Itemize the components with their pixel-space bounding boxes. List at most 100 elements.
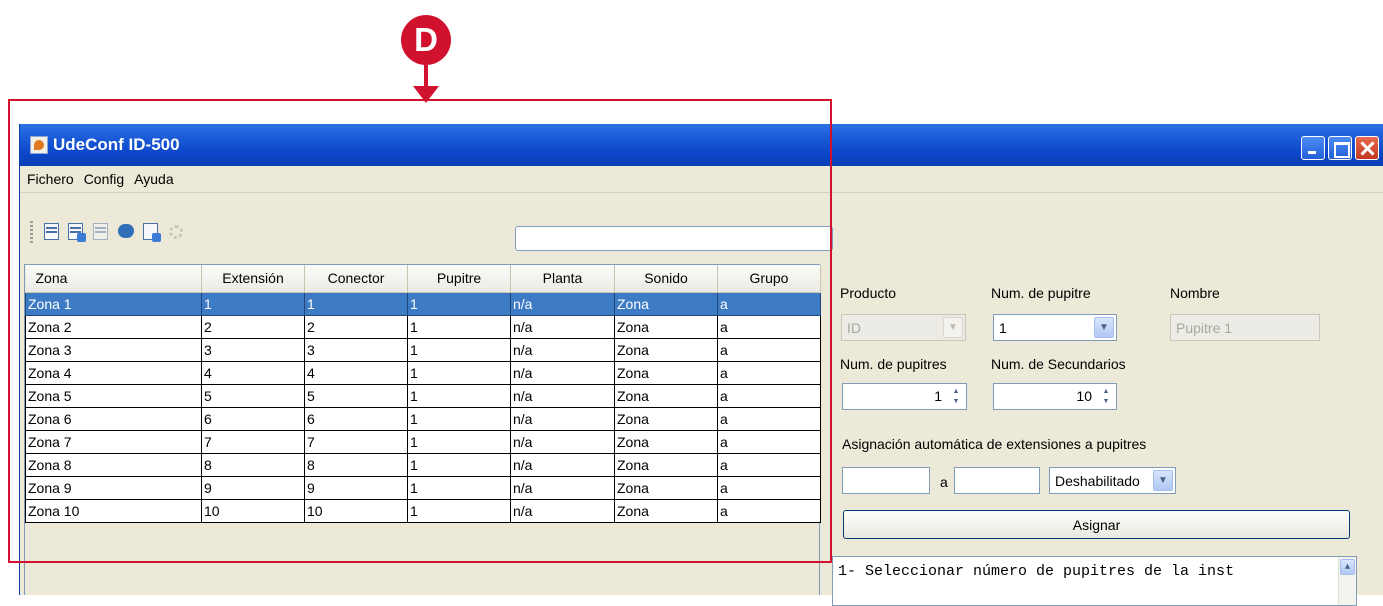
cell-pupitre[interactable]: 1 (407, 498, 511, 523)
header-conector[interactable]: Conector (304, 265, 408, 293)
chevron-down-icon[interactable]: ▼ (943, 317, 963, 338)
cell-zona[interactable]: Zona 8 (25, 452, 202, 477)
table-row[interactable]: Zona 1 1 1 1 n/a Zona a (25, 291, 821, 316)
chevron-down-icon[interactable]: ▼ (1153, 470, 1173, 491)
cell-conector[interactable]: 1 (304, 291, 408, 316)
cell-sonido[interactable]: Zona (614, 383, 718, 408)
cell-pupitre[interactable]: 1 (407, 406, 511, 431)
cell-zona[interactable]: Zona 5 (25, 383, 202, 408)
menu-fichero[interactable]: Fichero (22, 171, 79, 187)
cell-planta[interactable]: n/a (510, 452, 615, 477)
cell-sonido[interactable]: Zona (614, 498, 718, 523)
num-pupitres-spinner[interactable]: 1 ▲ ▼ (842, 383, 967, 410)
cell-extension[interactable]: 2 (201, 314, 305, 339)
cell-grupo[interactable]: a (717, 498, 821, 523)
cell-pupitre[interactable]: 1 (407, 337, 511, 362)
cell-pupitre[interactable]: 1 (407, 452, 511, 477)
cell-extension[interactable]: 10 (201, 498, 305, 523)
cell-planta[interactable]: n/a (510, 291, 615, 316)
cell-extension[interactable]: 3 (201, 337, 305, 362)
cell-conector[interactable]: 8 (304, 452, 408, 477)
cell-conector[interactable]: 6 (304, 406, 408, 431)
cell-sonido[interactable]: Zona (614, 291, 718, 316)
cell-pupitre[interactable]: 1 (407, 429, 511, 454)
menu-ayuda[interactable]: Ayuda (129, 171, 178, 187)
cell-conector[interactable]: 3 (304, 337, 408, 362)
import-icon[interactable] (66, 222, 86, 242)
cell-planta[interactable]: n/a (510, 337, 615, 362)
cell-sonido[interactable]: Zona (614, 337, 718, 362)
cell-zona[interactable]: Zona 3 (25, 337, 202, 362)
java-app-icon[interactable] (30, 136, 48, 154)
nombre-field[interactable]: Pupitre 1 (1170, 314, 1320, 341)
save-icon[interactable] (42, 222, 62, 242)
cell-grupo[interactable]: a (717, 429, 821, 454)
cell-grupo[interactable]: a (717, 360, 821, 385)
cell-grupo[interactable]: a (717, 291, 821, 316)
cell-extension[interactable]: 1 (201, 291, 305, 316)
search-input[interactable] (515, 226, 833, 251)
cell-grupo[interactable]: a (717, 406, 821, 431)
cell-planta[interactable]: n/a (510, 406, 615, 431)
cell-conector[interactable]: 5 (304, 383, 408, 408)
cell-grupo[interactable]: a (717, 337, 821, 362)
table-row[interactable]: Zona 8 8 8 1 n/a Zona a (25, 452, 821, 477)
cell-extension[interactable]: 8 (201, 452, 305, 477)
cell-planta[interactable]: n/a (510, 429, 615, 454)
cell-extension[interactable]: 9 (201, 475, 305, 500)
table-row[interactable]: Zona 9 9 9 1 n/a Zona a (25, 475, 821, 500)
header-planta[interactable]: Planta (510, 265, 615, 293)
cell-zona[interactable]: Zona 6 (25, 406, 202, 431)
range-to-input[interactable] (954, 467, 1040, 494)
header-zona[interactable]: Zona (25, 265, 202, 293)
title-bar[interactable]: UdeConf ID-500 (20, 124, 1383, 166)
cell-extension[interactable]: 5 (201, 383, 305, 408)
cell-sonido[interactable]: Zona (614, 452, 718, 477)
cell-zona[interactable]: Zona 10 (25, 498, 202, 523)
cell-sonido[interactable]: Zona (614, 406, 718, 431)
cell-grupo[interactable]: a (717, 452, 821, 477)
range-from-input[interactable] (842, 467, 930, 494)
header-extension[interactable]: Extensión (201, 265, 305, 293)
cell-pupitre[interactable]: 1 (407, 314, 511, 339)
header-grupo[interactable]: Grupo (717, 265, 821, 293)
cell-sonido[interactable]: Zona (614, 360, 718, 385)
cell-planta[interactable]: n/a (510, 475, 615, 500)
cell-extension[interactable]: 4 (201, 360, 305, 385)
cell-planta[interactable]: n/a (510, 360, 615, 385)
export-icon[interactable] (91, 222, 111, 242)
table-row[interactable]: Zona 6 6 6 1 n/a Zona a (25, 406, 821, 431)
table-row[interactable]: Zona 7 7 7 1 n/a Zona a (25, 429, 821, 454)
cell-grupo[interactable]: a (717, 314, 821, 339)
cell-pupitre[interactable]: 1 (407, 291, 511, 316)
spinner-arrows-icon[interactable]: ▲ ▼ (949, 387, 963, 406)
cell-planta[interactable]: n/a (510, 498, 615, 523)
menu-config[interactable]: Config (79, 171, 129, 187)
cell-conector[interactable]: 10 (304, 498, 408, 523)
cell-sonido[interactable]: Zona (614, 475, 718, 500)
cell-conector[interactable]: 7 (304, 429, 408, 454)
cell-zona[interactable]: Zona 1 (25, 291, 202, 316)
table-row[interactable]: Zona 2 2 2 1 n/a Zona a (25, 314, 821, 339)
table-row[interactable]: Zona 10 10 10 1 n/a Zona a (25, 498, 821, 523)
table-row[interactable]: Zona 4 4 4 1 n/a Zona a (25, 360, 821, 385)
num-pupitre-select[interactable]: 1 ▼ (993, 314, 1117, 341)
spinner-arrows-icon[interactable]: ▲ ▼ (1099, 387, 1113, 406)
table-row[interactable]: Zona 5 5 5 1 n/a Zona a (25, 383, 821, 408)
cell-sonido[interactable]: Zona (614, 429, 718, 454)
cell-pupitre[interactable]: 1 (407, 475, 511, 500)
asignar-button[interactable]: Asignar (843, 510, 1350, 539)
close-button[interactable] (1355, 136, 1379, 160)
cell-extension[interactable]: 7 (201, 429, 305, 454)
toolbar-grip[interactable] (30, 221, 33, 245)
cell-extension[interactable]: 6 (201, 406, 305, 431)
cell-zona[interactable]: Zona 9 (25, 475, 202, 500)
table-row[interactable]: Zona 3 3 3 1 n/a Zona a (25, 337, 821, 362)
maximize-button[interactable] (1328, 136, 1352, 160)
cell-pupitre[interactable]: 1 (407, 383, 511, 408)
chevron-down-icon[interactable]: ▼ (1094, 317, 1114, 338)
cell-conector[interactable]: 2 (304, 314, 408, 339)
cell-grupo[interactable]: a (717, 383, 821, 408)
windows-icon[interactable] (141, 222, 161, 242)
cell-sonido[interactable]: Zona (614, 314, 718, 339)
